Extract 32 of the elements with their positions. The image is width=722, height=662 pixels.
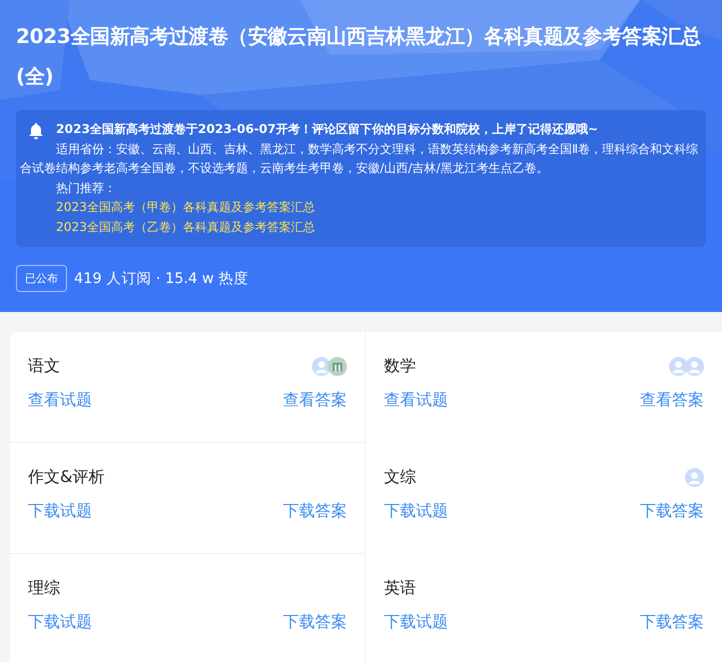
page-title: 2023全国新高考过渡卷（安徽云南山西吉林黑龙江）各科真题及参考答案汇总(全) (16, 23, 702, 90)
avatar-icon (685, 356, 704, 376)
download-link[interactable]: 下载答案 (283, 612, 347, 633)
download-link[interactable]: 下载答案 (640, 501, 704, 522)
avatar-icon (328, 356, 347, 376)
subject-name: 文综 (384, 466, 416, 488)
subscription-stats: 419 人订阅 · 15.4 w 热度 (74, 270, 248, 288)
notice-text: 适用省份：安徽、云南、山西、吉林、黑龙江，数学高考不分文理科，语数英结构参考新高考全国Ⅱ卷，理科综合和文科综合试卷结构参考老高考全国卷，不设选考题，云南考生考甲卷，安徽/山西/吉林/黑龙江考生点乙卷。 (20, 142, 698, 175)
avatar-icon (669, 356, 688, 376)
avatar-icon (685, 468, 704, 486)
subject-name: 语文 (28, 356, 60, 376)
subject-name: 作文&评析 (28, 466, 104, 488)
download-link[interactable]: 下载试题 (28, 612, 92, 633)
subject-name: 英语 (384, 578, 416, 598)
notice-text: 热门推荐： (56, 180, 116, 194)
download-link[interactable]: 下载试题 (384, 612, 448, 633)
download-link[interactable]: 查看答案 (283, 390, 347, 411)
subject-name: 数学 (384, 356, 416, 376)
download-link[interactable]: 下载试题 (28, 501, 92, 522)
recommended-link[interactable]: 2023全国高考（甲卷）各科真题及参考答案汇总 (56, 200, 316, 214)
status-tag: 已公布 (16, 265, 67, 292)
download-link[interactable]: 查看答案 (640, 390, 704, 411)
download-link[interactable]: 下载试题 (384, 501, 448, 522)
notice-text: 2023全国新高考过渡卷于2023-06-07开考！评论区留下你的目标分数和院校，上岸了记得还愿哦~ (56, 122, 598, 136)
avatar-icon (312, 356, 331, 376)
download-link[interactable]: 下载答案 (640, 612, 704, 633)
download-link[interactable]: 下载答案 (283, 501, 347, 522)
subject-name: 理综 (28, 578, 60, 598)
recommended-link[interactable]: 2023全国高考（乙卷）各科真题及参考答案汇总 (56, 220, 316, 234)
download-link[interactable]: 查看试题 (28, 390, 92, 411)
download-link[interactable]: 查看试题 (384, 390, 448, 411)
bell-icon (28, 122, 44, 140)
